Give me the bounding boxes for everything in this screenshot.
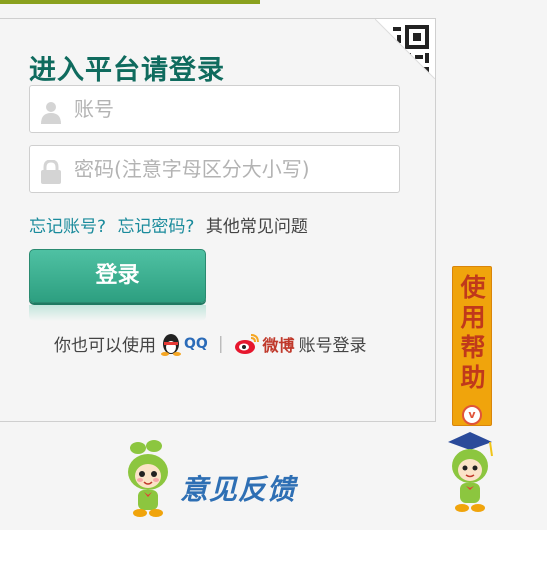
help-tab-label: 使用帮助 xyxy=(460,273,486,392)
forgot-account-link[interactable]: 忘记账号? xyxy=(29,217,106,237)
alt-login-prefix: 你也可以使用 xyxy=(54,336,156,356)
qq-label: QQ xyxy=(184,335,208,352)
divider: | xyxy=(217,333,224,354)
qq-login-link[interactable]: QQ xyxy=(160,332,208,356)
login-title: 进入平台请登录 xyxy=(29,55,225,86)
qr-code-icon[interactable] xyxy=(375,19,435,79)
username-field[interactable] xyxy=(29,85,400,133)
user-icon xyxy=(41,102,61,124)
help-tab[interactable]: 使用帮助 v xyxy=(452,266,492,426)
password-input[interactable] xyxy=(74,146,394,192)
lock-icon xyxy=(41,160,61,184)
faq-link[interactable]: 其他常见问题 xyxy=(206,217,308,237)
alt-login-suffix: 账号登录 xyxy=(298,336,367,356)
password-field[interactable] xyxy=(29,145,400,193)
forgot-password-link[interactable]: 忘记密码? xyxy=(117,217,194,237)
weibo-icon xyxy=(234,333,259,354)
login-page: 进入平台请登录 账号 忘记账号? 忘记密码? 其他常见问题 登录 你也可以使用 … xyxy=(0,0,547,567)
weibo-login-link[interactable]: 微博 xyxy=(234,332,295,356)
feedback-link[interactable]: 意见反馈 xyxy=(180,468,296,508)
top-accent-line xyxy=(0,0,260,4)
mascot-graduate-icon xyxy=(448,432,493,512)
third-party-login: 你也可以使用 QQ | 微博 账号登录 xyxy=(54,331,367,356)
login-button-reflection xyxy=(29,305,206,321)
chevron-down-icon: v xyxy=(462,405,482,425)
qq-penguin-icon xyxy=(161,333,181,356)
login-button[interactable]: 登录 xyxy=(29,249,206,303)
help-links: 忘记账号? 忘记密码? 其他常见问题 xyxy=(29,212,314,237)
footer-area xyxy=(0,530,547,567)
weibo-label: 微博 xyxy=(262,335,295,355)
username-input[interactable] xyxy=(74,86,394,132)
